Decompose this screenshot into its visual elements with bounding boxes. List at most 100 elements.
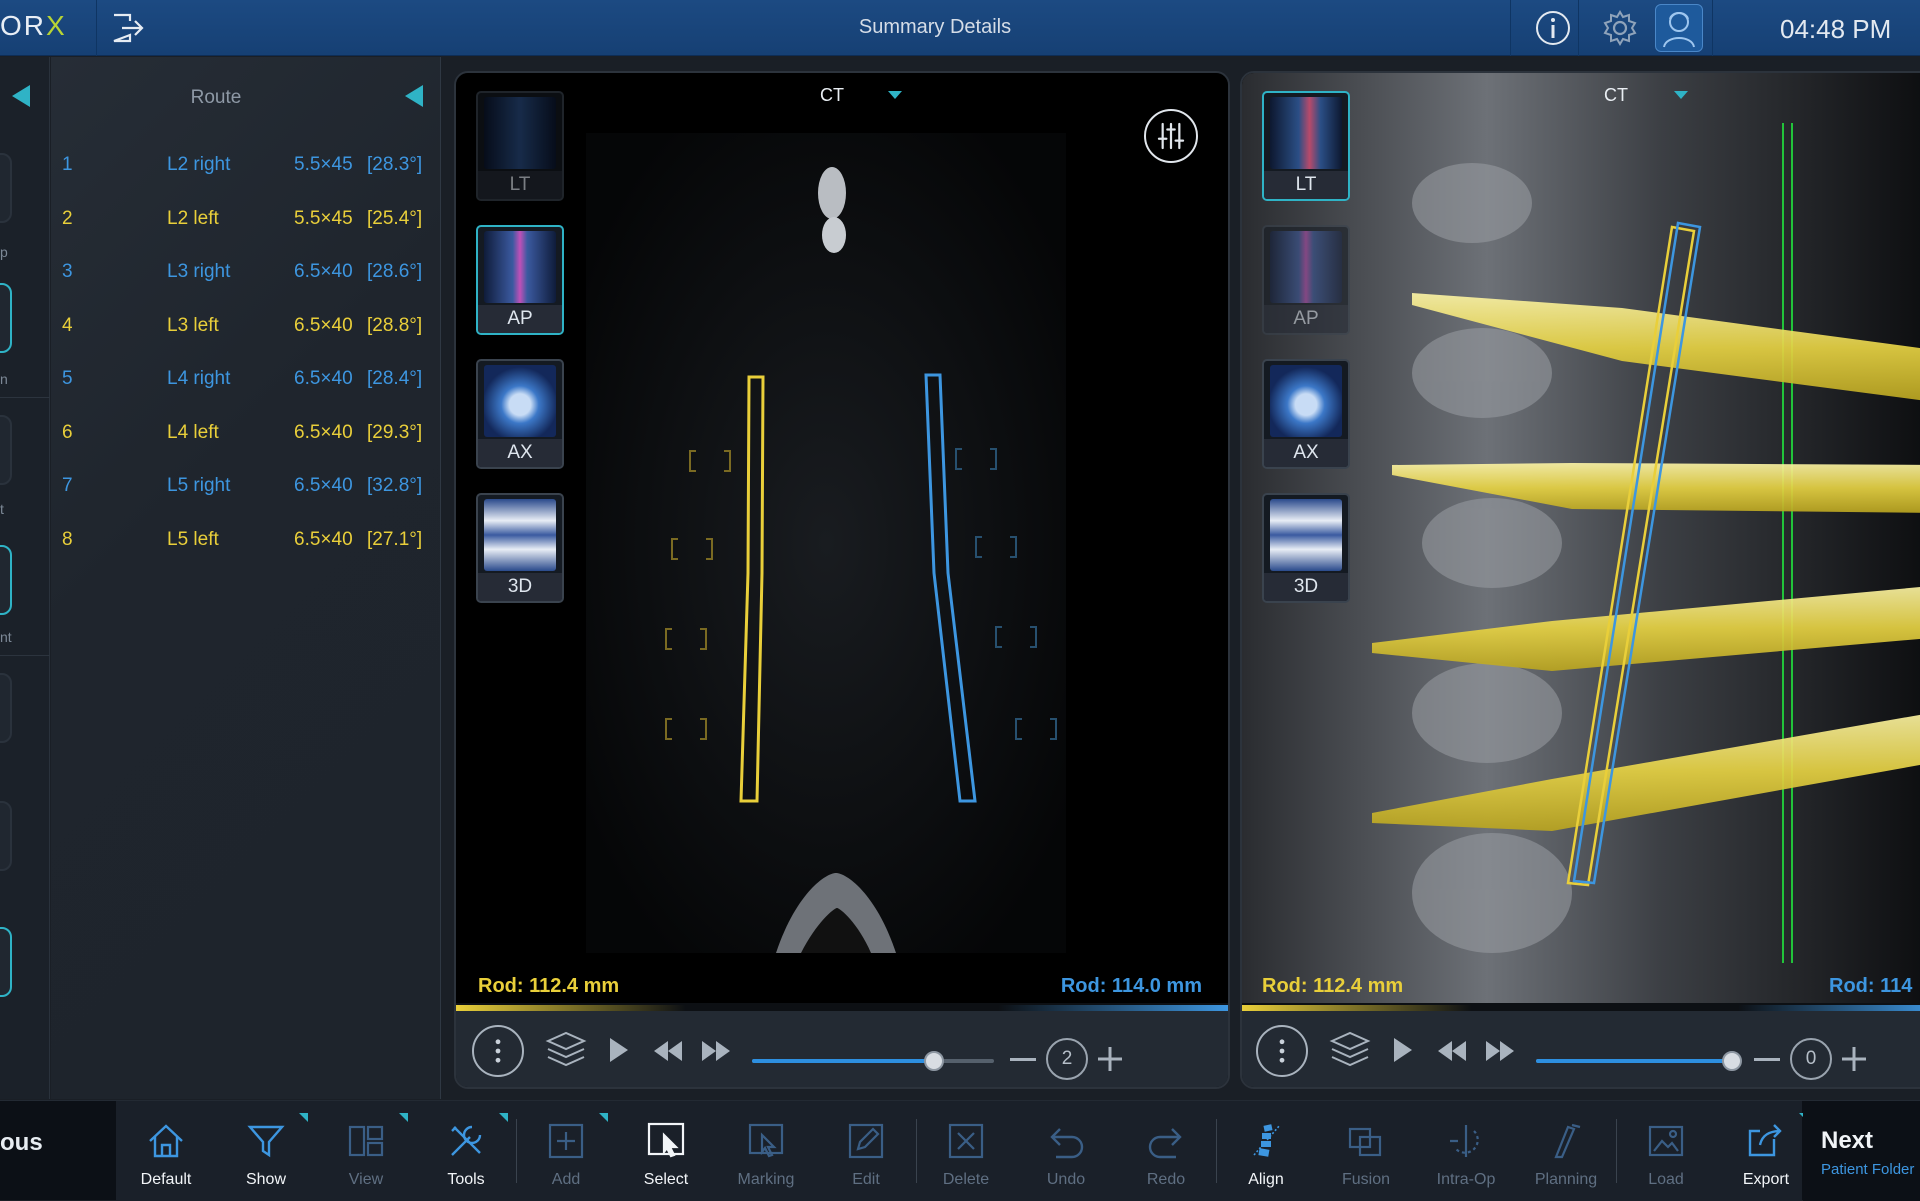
viewer-controls: 0 [1242,1011,1920,1087]
marking-button[interactable]: Marking [716,1101,816,1201]
adjust-sliders-icon[interactable] [1144,109,1198,163]
thumb-label: LT [478,171,562,199]
plus-icon[interactable] [1096,1045,1124,1073]
route-level: L2 left [167,207,219,229]
route-row[interactable]: 7 L5 right 6.5×40 [32.8°] [51,475,441,505]
route-level: L2 right [167,154,231,175]
slider-handle[interactable] [1722,1051,1742,1071]
more-options-icon[interactable] [472,1025,524,1077]
route-row[interactable]: 4 L3 left 6.5×40 [28.8°] [51,315,441,345]
minus-icon[interactable] [1754,1058,1780,1061]
intra-op-button[interactable]: Intra-Op [1416,1101,1516,1201]
fast-forward-icon[interactable] [1484,1039,1516,1063]
route-level: L3 right [167,261,231,282]
frame-slider[interactable] [1536,1051,1742,1071]
user-avatar-icon[interactable] [1655,4,1703,52]
route-row[interactable]: 5 L4 right 6.5×40 [28.4°] [51,368,441,398]
plus-icon[interactable] [1840,1045,1868,1073]
modality-dropdown-icon[interactable] [888,91,902,99]
view-thumb-ap[interactable]: AP [1262,225,1350,335]
fusion-icon [1348,1127,1382,1157]
rewind-icon[interactable] [1436,1039,1468,1063]
route-level: L5 left [167,528,219,550]
thumb-label: 3D [478,573,562,601]
layers-icon[interactable] [1328,1027,1372,1071]
add-button[interactable]: Add [516,1101,616,1201]
side-tool-button[interactable] [0,673,12,743]
frame-slider[interactable] [752,1051,994,1071]
view-thumb-ax[interactable]: AX [476,359,564,469]
collapse-arrow-icon[interactable] [405,85,423,107]
slider-fill [752,1059,934,1063]
gear-icon[interactable] [1600,8,1640,48]
filter-icon [247,1125,285,1158]
side-tool-button[interactable] [0,415,12,485]
3d-preview [1270,499,1342,571]
ct-image-ap[interactable] [456,73,1228,1003]
thumb-label: AX [1264,439,1348,467]
thumb-label: LT [1264,171,1348,199]
undo-button[interactable]: Undo [1016,1101,1116,1201]
delete-button[interactable]: Delete [916,1101,1016,1201]
info-icon[interactable] [1533,8,1573,48]
minus-icon[interactable] [1010,1058,1036,1061]
button-label: Planning [1534,1171,1598,1188]
side-tool-button[interactable] [0,927,12,997]
planning-icon [1554,1123,1581,1159]
route-row[interactable]: 6 L4 left 6.5×40 [29.3°] [51,422,441,452]
left-tool-strip: p n t nt [0,57,50,1099]
view-button[interactable]: View [316,1101,416,1201]
side-tool-button[interactable] [0,283,12,353]
rewind-icon[interactable] [652,1039,684,1063]
collapse-arrow-icon[interactable] [12,85,30,107]
fast-forward-icon[interactable] [700,1039,732,1063]
view-thumb-lt[interactable]: LT [476,91,564,201]
view-thumb-lt[interactable]: LT [1262,91,1350,201]
layers-icon[interactable] [544,1027,588,1071]
slider-fill [1536,1059,1732,1063]
load-button[interactable]: Load [1616,1101,1716,1201]
route-row[interactable]: 3 L3 right 6.5×40 [28.6°] [51,261,441,291]
screw-size: 6.5×40 [294,368,353,389]
view-thumb-ap[interactable]: AP [476,225,564,335]
play-icon[interactable] [1390,1035,1416,1065]
route-level: L5 right [167,475,231,496]
redo-button[interactable]: Redo [1116,1101,1216,1201]
button-label: Load [1648,1171,1684,1188]
button-label: Marking [737,1171,795,1188]
rod-length-right: Rod: 114.0 mm [1060,975,1202,997]
toolbar-buttons: Default Show View Tools Add Select Marki… [116,1101,1808,1201]
viewer-ap: CT LT AP AX 3D Rod: 112.4 mm Rod: 114.0 … [454,71,1230,1089]
side-tool-button[interactable] [0,153,12,223]
play-icon[interactable] [606,1035,632,1065]
tools-button[interactable]: Tools [416,1101,516,1201]
fusion-button[interactable]: Fusion [1316,1101,1416,1201]
route-row[interactable]: 1 L2 right 5.5×45 [28.3°] [51,154,441,184]
side-tool-button[interactable] [0,545,12,615]
view-thumb-3d[interactable]: 3D [1262,493,1350,603]
home-icon [149,1124,183,1158]
edit-button[interactable]: Edit [816,1101,916,1201]
side-tool-label: nt [0,629,12,645]
screw-size: 6.5×40 [294,475,353,496]
route-title: Route [190,87,242,108]
modality-dropdown-icon[interactable] [1674,91,1688,99]
more-options-icon[interactable] [1256,1025,1308,1077]
rod-length-left: Rod: 112.4 mm [1262,975,1404,997]
route-number: 6 [62,421,73,443]
route-row[interactable]: 2 L2 left 5.5×45 [25.4°] [51,208,441,238]
select-button[interactable]: Select [616,1101,716,1201]
show-button[interactable]: Show [216,1101,316,1201]
route-row[interactable]: 8 L5 left 6.5×40 [27.1°] [51,529,441,559]
align-button[interactable]: Align [1216,1101,1316,1201]
previous-button[interactable]: ous [0,1129,43,1157]
layout-icon [348,1125,384,1157]
view-thumb-ax[interactable]: AX [1262,359,1350,469]
next-button[interactable]: Next Patient Folder [1803,1101,1920,1201]
default-button[interactable]: Default [116,1101,216,1201]
side-tool-button[interactable] [0,801,12,871]
export-button[interactable]: Export [1716,1101,1816,1201]
view-thumb-3d[interactable]: 3D [476,493,564,603]
planning-button[interactable]: Planning [1516,1101,1616,1201]
slider-handle[interactable] [923,1051,944,1071]
